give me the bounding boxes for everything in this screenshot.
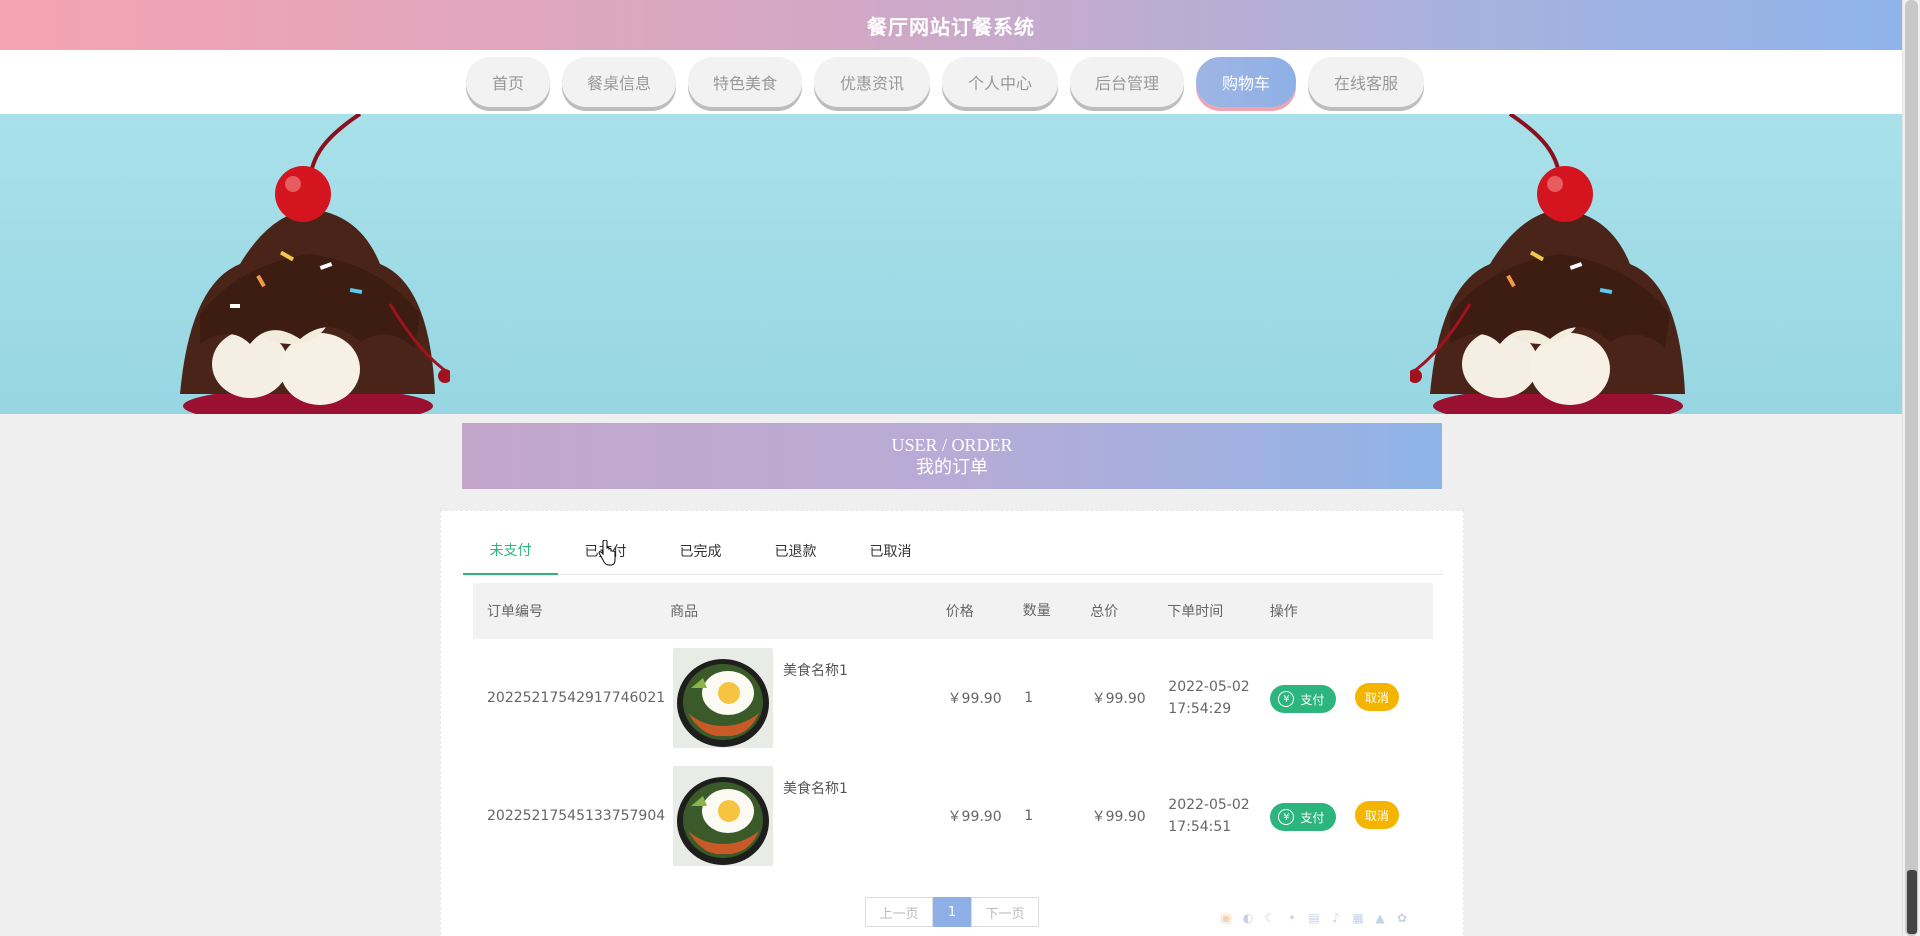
pagination: 上一页 1 下一页 (865, 897, 1039, 927)
cancel-button[interactable]: 取消 (1354, 801, 1399, 829)
scrollbar-thumb[interactable] (1905, 0, 1918, 936)
site-header: 餐厅网站订餐系统 (0, 0, 1902, 50)
orders-panel: 未支付 已支付 已完成 已退款 已取消 订单编号 商品 价格 数量 总价 下单时… (440, 510, 1464, 936)
prev-page-button[interactable]: 上一页 (865, 897, 933, 927)
cancel-button[interactable]: 取消 (1354, 683, 1399, 711)
ime-shirt-icon[interactable]: ▲ (1372, 910, 1388, 926)
hero-banner (0, 114, 1902, 414)
tab-refunded[interactable]: 已退款 (748, 527, 843, 575)
cupcake-illustration-left (180, 114, 450, 414)
order-date: 2022-05-02 (1168, 797, 1250, 813)
goods-name: 美食名称1 (783, 781, 848, 797)
section-header: USER / ORDER 我的订单 (462, 423, 1442, 489)
goods-info: 美食名称1 (673, 766, 934, 866)
header-price: 价格 (945, 604, 974, 620)
table-row: 20225217542917746021 美食名称1 ￥99.90 1 ￥99.… (473, 639, 1433, 757)
ime-grid-icon[interactable]: ▦ (1350, 910, 1366, 926)
pay-label: 支付 (1300, 692, 1325, 707)
food-thumbnail[interactable] (673, 648, 773, 748)
order-clock: 17:54:29 (1168, 701, 1232, 717)
pay-button[interactable]: ¥ 支付 (1270, 685, 1337, 713)
order-time: 2022-05-02 17:54:51 (1154, 794, 1256, 838)
header-operation: 操作 (1269, 604, 1298, 620)
section-title-cn: 我的订单 (916, 457, 988, 477)
nav-featured-food[interactable]: 特色美食 (688, 57, 802, 107)
goods-name: 美食名称1 (783, 663, 848, 679)
header-order-no: 订单编号 (487, 604, 543, 620)
ime-keyboard-icon[interactable]: ▤ (1306, 910, 1322, 926)
scrollbar-handle[interactable] (1907, 870, 1917, 934)
table-header: 订单编号 商品 价格 数量 总价 下单时间 操作 (473, 583, 1433, 639)
pay-label: 支付 (1300, 810, 1325, 825)
price: ￥99.90 (947, 691, 1002, 707)
nav-customer-service[interactable]: 在线客服 (1308, 57, 1424, 107)
nav-admin[interactable]: 后台管理 (1070, 57, 1184, 107)
order-number: 20225217542917746021 (487, 690, 666, 706)
order-number: 20225217545133757904 (487, 808, 666, 824)
ime-moon-icon[interactable]: ☾ (1262, 910, 1278, 926)
cupcake-illustration-right (1410, 114, 1685, 414)
pay-button[interactable]: ¥ 支付 (1270, 803, 1337, 831)
main-nav-bar: 首页 餐桌信息 特色美食 优惠资讯 个人中心 后台管理 购物车 在线客服 (0, 50, 1902, 114)
header-qty: 数量 (1022, 603, 1051, 619)
ime-settings-icon[interactable]: ✿ (1394, 910, 1410, 926)
yen-icon: ¥ (1278, 809, 1295, 825)
nav-home[interactable]: 首页 (466, 57, 550, 107)
ime-chinese-mode-icon[interactable]: ◐ (1240, 910, 1256, 926)
ime-toolbar[interactable]: ▣ ◐ ☾ • ▤ ♪ ▦ ▲ ✿ (1218, 910, 1410, 926)
next-page-button[interactable]: 下一页 (971, 897, 1039, 927)
total-price: ￥99.90 (1091, 809, 1146, 825)
ime-punctuation-icon[interactable]: • (1284, 910, 1300, 926)
tab-completed[interactable]: 已完成 (653, 527, 748, 575)
order-date: 2022-05-02 (1168, 679, 1250, 695)
order-time: 2022-05-02 17:54:29 (1154, 676, 1256, 720)
yen-icon: ¥ (1278, 691, 1295, 707)
ime-mic-icon[interactable]: ♪ (1328, 910, 1344, 926)
tab-cancelled[interactable]: 已取消 (843, 527, 938, 575)
price: ￥99.90 (947, 809, 1002, 825)
page-scrollbar[interactable] (1902, 0, 1920, 936)
goods-cell: 美食名称1 (659, 648, 934, 748)
nav-user-center[interactable]: 个人中心 (942, 57, 1058, 107)
nav-promotions[interactable]: 优惠资讯 (814, 57, 930, 107)
quantity: 1 (1024, 808, 1034, 824)
nav-tables[interactable]: 餐桌信息 (562, 57, 676, 107)
tab-unpaid[interactable]: 未支付 (463, 527, 558, 575)
ime-logo-icon[interactable]: ▣ (1218, 910, 1234, 926)
header-time: 下单时间 (1167, 604, 1224, 620)
site-title: 餐厅网站订餐系统 (867, 16, 1035, 39)
quantity: 1 (1024, 690, 1034, 706)
food-thumbnail[interactable] (673, 766, 773, 866)
total-price: ￥99.90 (1091, 691, 1146, 707)
header-goods: 商品 (670, 604, 699, 620)
section-title-en: USER / ORDER (891, 435, 1013, 455)
current-page[interactable]: 1 (933, 897, 971, 927)
nav-cart[interactable]: 购物车 (1196, 57, 1296, 107)
table-row: 20225217545133757904 美食名称1 ￥99.90 1 ￥99.… (473, 757, 1433, 875)
operations: ¥ 支付 取消 (1256, 801, 1433, 831)
main-nav: 首页 餐桌信息 特色美食 优惠资讯 个人中心 后台管理 购物车 在线客服 (466, 57, 1436, 107)
header-total: 总价 (1090, 604, 1119, 620)
orders-table: 订单编号 商品 价格 数量 总价 下单时间 操作 202252175429177… (473, 583, 1433, 875)
goods-info: 美食名称1 (673, 648, 934, 748)
order-clock: 17:54:51 (1168, 819, 1232, 835)
hand-cursor-icon (598, 540, 616, 566)
operations: ¥ 支付 取消 (1256, 683, 1433, 713)
goods-cell: 美食名称1 (659, 766, 934, 866)
